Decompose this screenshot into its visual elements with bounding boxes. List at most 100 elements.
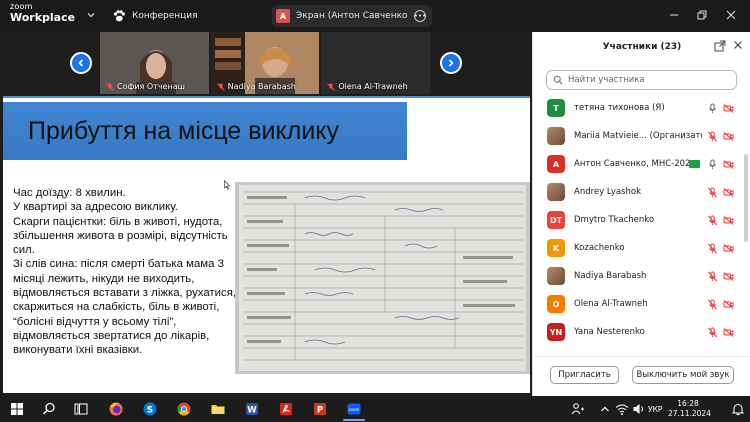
participant-row[interactable]: Mariia Matvieie... (Организатор) [533, 122, 741, 150]
video-tile-name: София Отченаш [106, 82, 185, 91]
video-off-icon[interactable] [723, 131, 734, 142]
powerpoint-icon[interactable]: P [312, 401, 328, 417]
avatar: O [547, 295, 565, 313]
participant-row[interactable]: Nadiya Barabash [533, 262, 741, 290]
close-icon[interactable] [724, 8, 738, 22]
chrome-icon[interactable] [176, 401, 192, 417]
mic-off-icon[interactable] [707, 187, 718, 198]
video-tile[interactable]: София Отченаш [100, 32, 209, 94]
mic-off-icon[interactable] [707, 131, 718, 142]
participant-row[interactable]: Andrey Lyashok [533, 178, 741, 206]
windows-start-icon[interactable] [9, 401, 25, 417]
windows-taskbar: S W P zoom УКР 16:28 27.11.2024 [0, 396, 750, 422]
microphone-icon[interactable] [707, 103, 718, 114]
more-options-icon[interactable]: ••• [414, 10, 426, 22]
share-label: Экран (Антон Савченко, МНС-2 [296, 11, 408, 21]
notification-bell-icon[interactable] [730, 401, 746, 417]
screen-share-indicator[interactable]: A Экран (Антон Савченко, МНС-2 ••• [272, 5, 432, 27]
search-input[interactable] [568, 75, 728, 85]
participant-row[interactable]: K Kozachenko [533, 234, 741, 262]
video-off-icon[interactable] [723, 299, 734, 310]
video-tile[interactable]: Olena Al-Trawneh [321, 32, 431, 94]
video-off-icon[interactable] [723, 215, 734, 226]
participant-row[interactable]: YN Yana Nesterenko [533, 318, 741, 346]
minimize-icon[interactable] [667, 8, 681, 22]
microphone-icon[interactable] [707, 159, 718, 170]
participant-list-scrollbar[interactable] [744, 154, 748, 242]
avatar: T [547, 99, 565, 117]
participants-footer: Пригласить Выключить мой звук [533, 356, 750, 396]
close-panel-icon[interactable] [732, 39, 744, 51]
restore-icon[interactable] [695, 8, 709, 22]
avatar [547, 183, 565, 201]
skype-icon[interactable]: S [142, 401, 158, 417]
mic-off-icon[interactable] [707, 243, 718, 254]
video-strip: София Отченаш Nadiya Barabash Olena Al-T… [100, 32, 431, 94]
chevron-right-icon [448, 59, 454, 67]
wifi-icon[interactable] [614, 401, 630, 417]
language-indicator[interactable]: УКР [648, 405, 662, 414]
zoom-logo-line1: zoom [10, 2, 33, 11]
video-off-icon[interactable] [723, 243, 734, 254]
video-off-icon[interactable] [723, 159, 734, 170]
zoom-logo-line2: Workplace [10, 11, 76, 24]
zoom-app-icon[interactable]: zoom [346, 401, 362, 417]
people-icon[interactable] [570, 401, 586, 417]
task-view-icon[interactable] [73, 401, 89, 417]
mic-off-icon [327, 82, 336, 91]
screen-share-icon [689, 160, 700, 168]
search-icon [553, 75, 563, 85]
video-off-icon[interactable] [723, 187, 734, 198]
video-tile-name: Olena Al-Trawneh [327, 82, 408, 91]
chevron-down-icon[interactable] [86, 10, 96, 20]
volume-icon[interactable] [631, 401, 647, 417]
participant-row[interactable]: Tтетяна тихонова (Я) [533, 94, 741, 122]
next-videos-button[interactable] [440, 52, 462, 74]
slide-body-text: Час доїзду: 8 хвилин. У квартирі за адре… [13, 186, 239, 358]
video-tile[interactable]: Nadiya Barabash [210, 32, 320, 94]
search-icon[interactable] [41, 401, 57, 417]
file-explorer-icon[interactable] [210, 401, 226, 417]
video-off-icon[interactable] [723, 271, 734, 282]
share-avatar-badge: A [276, 9, 290, 23]
mic-off-icon[interactable] [707, 327, 718, 338]
mic-off-icon[interactable] [707, 215, 718, 226]
participant-row[interactable]: O Olena Al-Trawneh [533, 290, 741, 318]
acrobat-icon[interactable] [278, 401, 294, 417]
video-off-icon[interactable] [723, 103, 734, 114]
conference-menu[interactable]: Конференция [112, 8, 198, 24]
participant-name: тетяна тихонова (Я) [574, 103, 665, 113]
video-off-icon[interactable] [723, 327, 734, 338]
clock[interactable]: 16:28 27.11.2024 [668, 399, 711, 419]
invite-button[interactable]: Пригласить [550, 366, 619, 384]
slide-title: Прибуття на місце виклику [28, 117, 340, 145]
active-app-indicator [343, 419, 365, 421]
word-icon[interactable]: W [244, 401, 260, 417]
participant-row[interactable]: A Антон Савченко, МНС-202... [533, 150, 741, 178]
conference-label: Конференция [132, 11, 198, 21]
svg-text:zoom: zoom [349, 407, 360, 412]
pop-out-icon[interactable] [714, 40, 726, 52]
chevron-left-icon [78, 59, 84, 67]
previous-videos-button[interactable] [70, 52, 92, 74]
participant-name: Olena Al-Trawneh [574, 299, 648, 309]
participant-search[interactable] [546, 70, 737, 90]
video-tile-name: Nadiya Barabash [216, 82, 296, 91]
avatar: DT [547, 211, 565, 229]
mic-off-icon [216, 82, 225, 91]
mute-me-button[interactable]: Выключить мой звук [632, 366, 734, 384]
firefox-icon[interactable] [108, 401, 124, 417]
participant-row[interactable]: DT Dmytro Tkachenko [533, 206, 741, 234]
mic-off-icon[interactable] [707, 271, 718, 282]
avatar: A [547, 155, 565, 173]
participant-name: Kozachenko [574, 243, 625, 253]
participant-name: Yana Nesterenko [574, 327, 645, 337]
mic-off-icon[interactable] [707, 299, 718, 310]
slide-body: Час доїзду: 8 хвилин. У квартирі за адре… [13, 187, 237, 357]
svg-text:S: S [147, 406, 153, 416]
mouse-cursor-icon [224, 180, 230, 190]
chevron-up-icon[interactable] [597, 401, 613, 417]
participant-name: Dmytro Tkachenko [574, 215, 655, 225]
avatar: YN [547, 323, 565, 341]
svg-text:W: W [247, 406, 257, 416]
